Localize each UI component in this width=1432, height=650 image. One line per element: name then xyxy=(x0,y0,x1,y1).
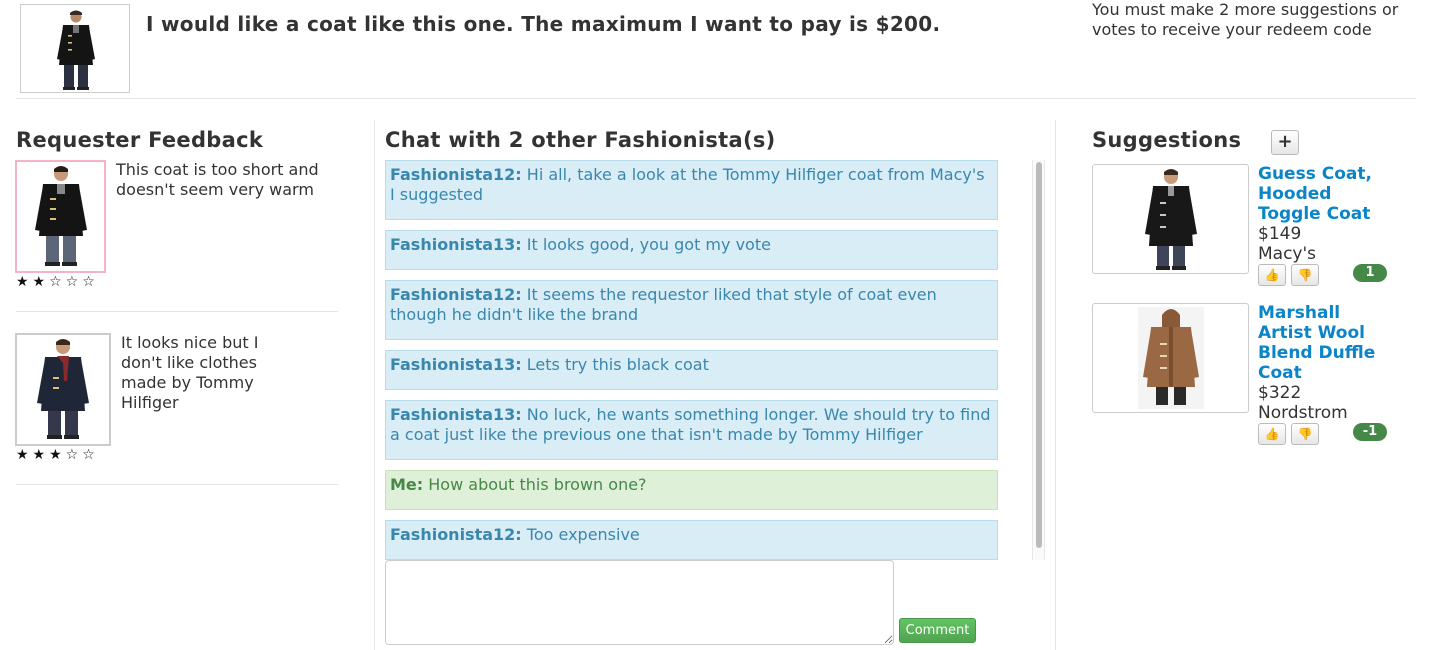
coat-photo-icon xyxy=(57,10,95,90)
chat-message-own: Me: How about this brown one? xyxy=(385,470,998,510)
feedback-star-rating: ★★★☆☆ xyxy=(16,447,99,463)
chat-message: Fashionista13: It looks good, you got my… xyxy=(385,230,998,270)
suggestion-title-link[interactable]: Marshall Artist Wool Blend Duffle Coat xyxy=(1258,303,1388,383)
vote-count-badge: -1 xyxy=(1353,423,1387,441)
chat-message-author: Fashionista12: xyxy=(390,285,522,304)
chat-message-text: It looks good, you got my vote xyxy=(526,235,771,254)
feedback-divider xyxy=(16,311,338,312)
suggestion-price: $149 xyxy=(1258,224,1302,244)
chat-message-author: Me: xyxy=(390,475,424,494)
redeem-notice: You must make 2 more suggestions or vote… xyxy=(1092,0,1399,39)
suggestion-price: $322 xyxy=(1258,383,1302,403)
feedback-divider xyxy=(16,484,338,485)
header-divider xyxy=(16,98,1416,99)
chat-message-author: Fashionista13: xyxy=(390,355,522,374)
suggestion-title-link[interactable]: Guess Coat, Hooded Toggle Coat xyxy=(1258,164,1388,224)
feedback-star-rating: ★★☆☆☆ xyxy=(16,274,99,290)
chat-title: Chat with 2 other Fashionista(s) xyxy=(385,128,776,152)
chat-message-list[interactable]: Fashionista12: Hi all, take a look at th… xyxy=(385,160,1045,560)
chat-message-author: Fashionista12: xyxy=(390,165,522,184)
chat-scrollbar[interactable] xyxy=(1032,160,1045,560)
comment-button[interactable]: Comment xyxy=(899,618,976,643)
thumbs-up-icon[interactable]: 👍 xyxy=(1258,264,1286,286)
chat-message-text: Too expensive xyxy=(526,525,640,544)
thumbs-down-icon[interactable]: 👎 xyxy=(1291,264,1319,286)
suggestion-store: Nordstrom xyxy=(1258,403,1348,423)
chat-message: Fashionista12: It seems the requestor li… xyxy=(385,280,998,340)
chat-message: Fashionista13: Lets try this black coat xyxy=(385,350,998,390)
coat-photo-icon xyxy=(37,339,89,439)
request-text: I would like a coat like this one. The m… xyxy=(146,12,941,36)
chat-scrollbar-thumb[interactable] xyxy=(1036,162,1042,548)
chat-message: Fashionista12: Hi all, take a look at th… xyxy=(385,160,998,220)
chat-message-text: Lets try this black coat xyxy=(526,355,709,374)
vote-count-badge: 1 xyxy=(1353,264,1387,282)
suggestion-store: Macy's xyxy=(1258,244,1317,264)
feedback-comment: This coat is too short and doesn't seem … xyxy=(116,160,319,199)
coat-photo-icon xyxy=(1144,169,1197,270)
chat-message: Fashionista12: Too expensive xyxy=(385,520,998,560)
coat-photo-icon xyxy=(34,166,87,266)
chat-message-text: How about this brown one? xyxy=(428,475,647,494)
chat-message: Fashionista13: No luck, he wants somethi… xyxy=(385,400,998,460)
thumbs-down-icon[interactable]: 👎 xyxy=(1291,423,1319,445)
feedback-comment: It looks nice but I don't like clothes m… xyxy=(121,333,259,412)
column-divider-left xyxy=(374,120,375,650)
feedback-item-image[interactable] xyxy=(15,333,111,446)
feedback-title: Requester Feedback xyxy=(16,128,264,152)
thumbs-up-icon[interactable]: 👍 xyxy=(1258,423,1286,445)
suggestion-image[interactable] xyxy=(1092,164,1249,274)
column-divider-right xyxy=(1055,120,1056,650)
chat-message-author: Fashionista12: xyxy=(390,525,522,544)
comment-input[interactable] xyxy=(385,560,894,645)
chat-message-author: Fashionista13: xyxy=(390,235,522,254)
suggestion-image[interactable] xyxy=(1092,303,1249,413)
coat-photo-icon xyxy=(1137,307,1204,409)
suggestions-title: Suggestions xyxy=(1092,128,1242,152)
chat-message-author: Fashionista13: xyxy=(390,405,522,424)
requested-coat-image xyxy=(20,4,130,93)
add-suggestion-button[interactable]: + xyxy=(1271,130,1299,155)
feedback-item-image[interactable] xyxy=(15,160,106,273)
